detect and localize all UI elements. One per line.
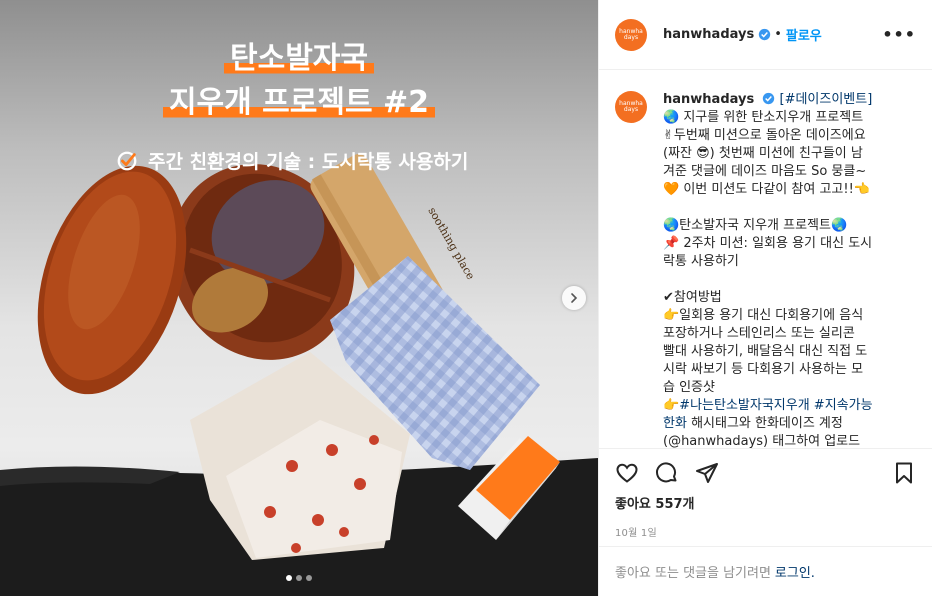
- caption-line: ✌두번째 미션으로 돌아온 데이즈에요: [663, 128, 866, 143]
- caption-line: 📌 2주차 미션: 일회용 용기 대신 도시: [663, 236, 873, 251]
- avatar[interactable]: hanwha days: [615, 18, 647, 51]
- caption-area: hanwha days hanwhadays [#데이즈이벤트] 🌏 지구를 위…: [599, 71, 932, 448]
- carousel-dot[interactable]: [286, 575, 292, 581]
- post-side-panel: hanwha days hanwhadays • 팔로우 ••• hanwha …: [598, 0, 932, 596]
- carousel-dot[interactable]: [306, 575, 312, 581]
- caption-line: 빨대 사용하기, 배달음식 대신 직접 도: [663, 344, 868, 359]
- bamboo-text: soothing place: [425, 205, 477, 282]
- verified-icon: [759, 28, 771, 41]
- chevron-right-icon: [571, 293, 578, 303]
- post-title-line2: 지우개 프로젝트 #2: [162, 84, 436, 122]
- bookmark-icon[interactable]: [892, 461, 916, 485]
- post-title-line1: 탄소발자국: [224, 40, 374, 78]
- caption-line: 👉일회용 용기 대신 다회용기에 음식: [663, 308, 864, 323]
- avatar-text: days: [623, 33, 639, 41]
- header-username[interactable]: hanwhadays: [663, 27, 754, 42]
- post-header: hanwha days hanwhadays • 팔로우 •••: [599, 0, 932, 70]
- caption-line: (짜잔 😎) 첫번째 미션에 친구들이 남: [663, 146, 863, 161]
- header-separator: •: [774, 27, 782, 42]
- caption-line: 락통 사용하기: [663, 254, 739, 269]
- post-subtitle: 주간 친환경의 기술 : 도시락통 사용하기: [116, 147, 468, 174]
- comment-icon[interactable]: [655, 461, 679, 485]
- caption-line: 🧡 이번 미션도 다같이 참여 고고!!👈: [663, 182, 870, 197]
- post-actions: 좋아요 557개 10월 1일: [599, 448, 932, 546]
- caption-line: 포장하거나 스테인리스 또는 실리콘: [663, 326, 855, 341]
- caption-username[interactable]: hanwhadays: [663, 92, 754, 107]
- caption-line: ✔참여방법: [663, 290, 722, 305]
- post-date[interactable]: 10월 1일: [615, 524, 916, 539]
- next-slide-button[interactable]: [562, 286, 586, 310]
- like-count[interactable]: 좋아요 557개: [615, 493, 916, 512]
- hashtag-link[interactable]: 한화: [663, 416, 687, 431]
- heart-icon[interactable]: [615, 461, 639, 485]
- caption-line: 시락 싸보기 등 다회용기 사용하는 모: [663, 362, 864, 377]
- caption-line: 겨준 댓글에 데이즈 마음도 So 뭉클~: [663, 164, 867, 179]
- login-link[interactable]: 로그인.: [775, 562, 815, 581]
- caption-line: (@hanwhadays) 태그하여 업로드: [663, 434, 861, 448]
- post-media[interactable]: soothing place 탄소발자국 지우개 프로젝트 #2 주간 친환경의…: [0, 0, 598, 596]
- avatar-text: days: [623, 106, 639, 113]
- check-circle-icon: [117, 151, 137, 170]
- verified-icon: [763, 92, 775, 105]
- post-title: 탄소발자국 지우개 프로젝트 #2: [0, 40, 598, 128]
- comment-prompt: 좋아요 또는 댓글을 남기려면: [615, 566, 771, 581]
- caption-line: 🌏탄소발자국 지우개 프로젝트🌏: [663, 218, 848, 233]
- caption-line: 해시태그와 한화데이즈 계정: [691, 416, 843, 431]
- hashtag-link[interactable]: [#데이즈이벤트]: [780, 92, 873, 107]
- carousel-dot[interactable]: [296, 575, 302, 581]
- caption-line: 습 인증샷: [663, 380, 715, 395]
- more-options-button[interactable]: •••: [882, 25, 916, 44]
- comment-bar: 좋아요 또는 댓글을 남기려면 로그인.: [599, 546, 932, 596]
- avatar[interactable]: hanwha days: [615, 91, 647, 123]
- post-subtitle-text: 주간 친환경의 기술 : 도시락통 사용하기: [148, 151, 469, 173]
- caption-line: 🌏 지구를 위한 탄소지우개 프로젝트: [663, 110, 864, 125]
- caption-body: hanwhadays [#데이즈이벤트] 🌏 지구를 위한 탄소지우개 프로젝트…: [663, 91, 903, 448]
- follow-button[interactable]: 팔로우: [786, 25, 822, 44]
- share-icon[interactable]: [695, 461, 719, 485]
- hashtag-link[interactable]: 👉#나는탄소발자국지우개 #지속가능: [663, 397, 903, 415]
- carousel-dots: [0, 575, 598, 581]
